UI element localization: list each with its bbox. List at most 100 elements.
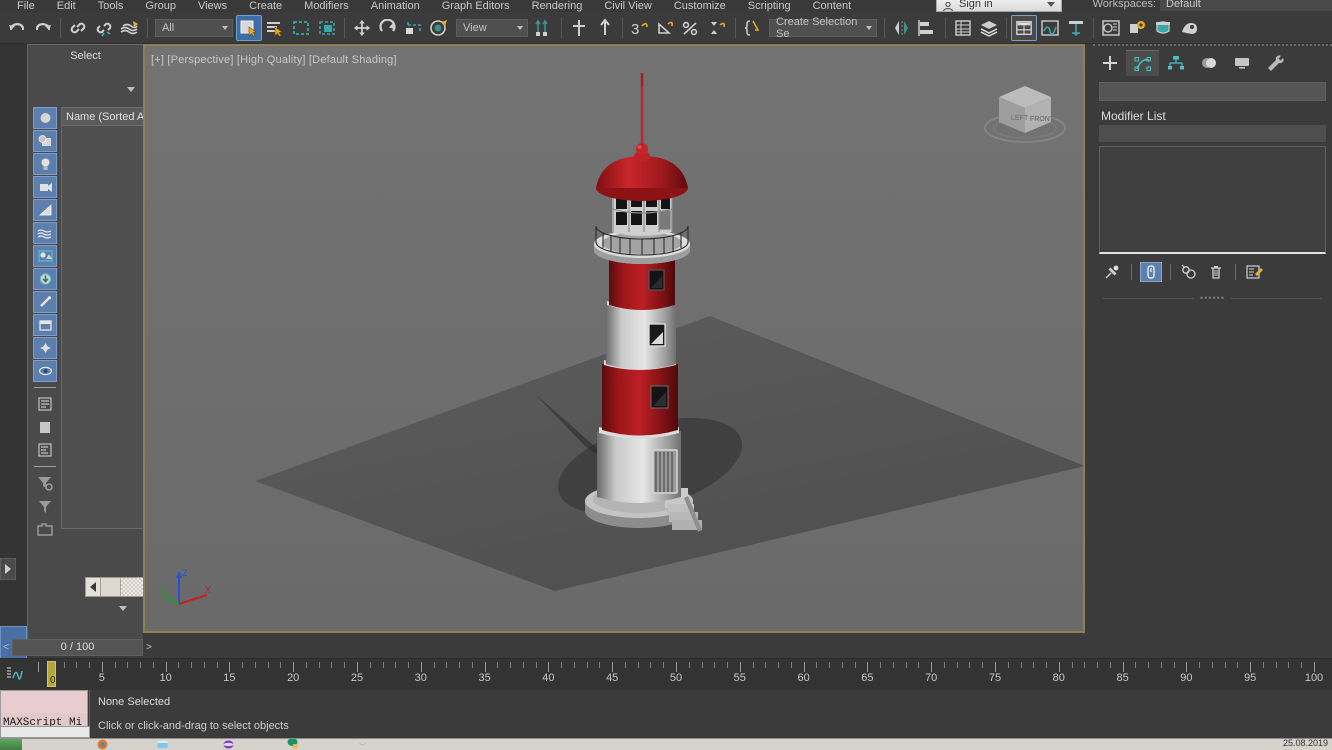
geometry-filter-icon[interactable]: [33, 107, 57, 129]
curve-editor-icon[interactable]: [1037, 15, 1063, 41]
display-tab[interactable]: [1225, 50, 1258, 76]
explorer-icon[interactable]: [150, 739, 174, 750]
modifier-list-dropdown[interactable]: [1099, 125, 1326, 142]
start-button[interactable]: [0, 739, 22, 750]
select-and-manipulate-icon[interactable]: [566, 15, 592, 41]
scene-object-list[interactable]: Name (Sorted A: [61, 107, 143, 529]
toggle-scene-explorer-icon[interactable]: [1011, 14, 1037, 41]
viewport-canvas[interactable]: [+] [Perspective] [High Quality] [Defaul…: [145, 46, 1083, 631]
schematic-view-icon[interactable]: [1063, 15, 1089, 41]
select-invert-icon[interactable]: [33, 439, 57, 461]
select-and-move-icon[interactable]: [349, 15, 375, 41]
menu-item-modifiers[interactable]: Modifiers: [293, 1, 360, 12]
reference-coordinate-system-combo[interactable]: View: [456, 18, 528, 37]
select-and-place-icon[interactable]: [427, 15, 453, 41]
pin-stack-icon[interactable]: [1101, 262, 1123, 282]
firefox-icon[interactable]: [90, 739, 114, 750]
scene-explorer-icon[interactable]: [976, 15, 1002, 41]
open-mini-curve-editor-icon[interactable]: [6, 665, 24, 683]
menu-item-edit[interactable]: Edit: [46, 1, 87, 12]
menu-item-scripting[interactable]: Scripting: [737, 1, 802, 12]
menu-item-civil-view[interactable]: Civil View: [593, 1, 662, 12]
menu-item-content[interactable]: Content: [802, 1, 863, 12]
use-pivot-point-center-icon[interactable]: [531, 15, 557, 41]
menu-item-views[interactable]: Views: [187, 1, 238, 12]
layer-explorer-icon[interactable]: [950, 15, 976, 41]
configure-modifier-sets-icon[interactable]: [1244, 262, 1266, 282]
select-by-name-icon[interactable]: [262, 15, 288, 41]
list-column-header-name[interactable]: Name (Sorted A: [62, 108, 143, 126]
prev-key-button[interactable]: <: [0, 642, 12, 653]
modify-tab[interactable]: [1126, 50, 1159, 76]
viewport-label[interactable]: [+] [Perspective] [High Quality] [Defaul…: [151, 54, 397, 66]
rollout-grip[interactable]: ••••••: [1103, 293, 1322, 303]
make-unique-icon[interactable]: [1179, 262, 1201, 282]
motion-tab[interactable]: [1192, 50, 1225, 76]
hierarchy-tab[interactable]: [1159, 50, 1192, 76]
ie-icon[interactable]: [216, 739, 240, 750]
containers-filter-icon[interactable]: [33, 314, 57, 336]
maxscript-output-pane[interactable]: [1, 691, 87, 713]
frame-counter[interactable]: 0 / 100: [12, 638, 143, 656]
chevron-down-icon[interactable]: [127, 87, 135, 92]
rendered-frame-window-icon[interactable]: [1150, 15, 1176, 41]
shapes-filter-icon[interactable]: [33, 130, 57, 152]
scrollbar-track[interactable]: [121, 578, 143, 596]
filter-settings-icon[interactable]: [33, 472, 57, 494]
spinner-snap-toggle-icon[interactable]: [705, 15, 731, 41]
object-name-field[interactable]: [1099, 82, 1326, 101]
next-key-button[interactable]: >: [143, 642, 155, 653]
filter-icon[interactable]: [33, 495, 57, 517]
timeline-ticks[interactable]: 5 10 15 20 25 30 35 40 45 50 55 60 65 70 75 80 85 90 95 100: [38, 659, 1332, 690]
angle-snap-toggle-icon[interactable]: [653, 15, 679, 41]
view-cube[interactable]: LEFT FRONT: [975, 76, 1075, 146]
unlink-selection-icon[interactable]: [91, 15, 117, 41]
app-green-icon[interactable]: [280, 739, 304, 750]
cameras-filter-icon[interactable]: [33, 176, 57, 198]
select-all-icon[interactable]: [33, 393, 57, 415]
scroll-left-button[interactable]: [86, 578, 101, 596]
menu-item-tools[interactable]: Tools: [87, 1, 135, 12]
groups-filter-icon[interactable]: [33, 245, 57, 267]
bone-objects-filter-icon[interactable]: [33, 291, 57, 313]
app-teal-icon[interactable]: [350, 739, 374, 750]
modifier-stack[interactable]: [1099, 146, 1326, 254]
track-bar[interactable]: 5 10 15 20 25 30 35 40 45 50 55 60 65 70 75 80 85 90 95 100…: [0, 658, 1332, 690]
xrefs-filter-icon[interactable]: [33, 268, 57, 290]
space-warps-filter-icon[interactable]: [33, 222, 57, 244]
show-end-result-icon[interactable]: [1140, 262, 1162, 282]
select-and-link-icon[interactable]: [65, 15, 91, 41]
align-icon[interactable]: [915, 15, 941, 41]
lights-filter-icon[interactable]: [33, 153, 57, 175]
chevron-down-icon[interactable]: [119, 606, 127, 611]
mirror-icon[interactable]: [889, 15, 915, 41]
display-children-icon[interactable]: [33, 360, 57, 382]
create-tab[interactable]: [1093, 50, 1126, 76]
selection-filter-combo[interactable]: All: [155, 18, 233, 37]
time-slider-handle[interactable]: 0: [47, 661, 56, 687]
helpers-filter-icon[interactable]: [33, 199, 57, 221]
menu-item-group[interactable]: Group: [134, 1, 187, 12]
remove-modifier-icon[interactable]: [1205, 262, 1227, 282]
menu-item-animation[interactable]: Animation: [360, 1, 431, 12]
select-and-rotate-icon[interactable]: [375, 15, 401, 41]
menu-item-create[interactable]: Create: [238, 1, 293, 12]
snaps-toggle-icon[interactable]: 3: [627, 15, 653, 41]
menu-item-graph-editors[interactable]: Graph Editors: [431, 1, 521, 12]
select-object-icon[interactable]: [236, 14, 262, 41]
undo-icon[interactable]: [4, 15, 30, 41]
sign-in-button[interactable]: Sign in: [936, 0, 1062, 12]
snaps-cycle-icon[interactable]: [592, 15, 618, 41]
viewport[interactable]: [+] [Perspective] [High Quality] [Defaul…: [143, 44, 1085, 633]
rectangular-selection-region-icon[interactable]: [288, 15, 314, 41]
menu-item-file[interactable]: File: [6, 1, 46, 12]
menu-item-customize[interactable]: Customize: [663, 1, 737, 12]
select-and-scale-icon[interactable]: [401, 15, 427, 41]
material-editor-icon[interactable]: [1098, 15, 1124, 41]
workspaces-selector[interactable]: Default: [1160, 0, 1332, 11]
bind-to-space-warp-icon[interactable]: [117, 15, 143, 41]
window-crossing-icon[interactable]: [314, 15, 340, 41]
select-none-icon[interactable]: [33, 416, 57, 438]
all-filter-icon[interactable]: [33, 337, 57, 359]
render-setup-icon[interactable]: [1124, 15, 1150, 41]
